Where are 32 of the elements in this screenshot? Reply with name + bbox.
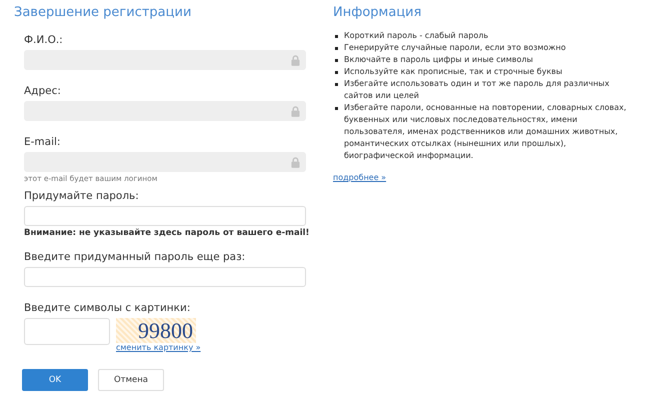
field-label: Придумайте пароль:	[24, 190, 140, 203]
bullet-icon	[335, 47, 338, 50]
tip-text: Генерируйте случайные пароли, если это возможно	[344, 42, 567, 54]
field-label: Введите символы с картинки:	[24, 302, 192, 315]
bullet-icon	[335, 71, 338, 74]
tip-text: Избегайте пароли, основанные на повторении, словарных словах, буквенных или числовых последовательностях, имени пользователя, именах родственников или домашних животных, романтических отсылках (нынешних или прошлых), биографической информации.	[344, 102, 628, 162]
field-label: Введите придуманный пароль еще раз:	[24, 251, 246, 264]
bullet-icon	[335, 107, 338, 110]
lock-icon	[291, 156, 300, 168]
input-field[interactable]	[24, 267, 306, 287]
input-field[interactable]	[24, 318, 110, 345]
more-link[interactable]: подробнее »	[333, 173, 386, 183]
field-label: E-mail:	[24, 136, 62, 149]
input-field[interactable]	[24, 206, 306, 226]
section-title: Информация	[333, 4, 422, 22]
tip-text: Короткий пароль - слабый пароль	[344, 30, 490, 42]
bullet-icon	[335, 83, 338, 86]
tip-text: Используйте как прописные, так и строчные буквы	[344, 66, 564, 78]
lock-icon	[291, 106, 300, 116]
change-image-link[interactable]: сменить картинку »	[116, 343, 201, 353]
bullet-icon	[335, 59, 338, 62]
lock-icon	[291, 54, 300, 66]
tip-text: Включайте в пароль цифры и иные символы	[344, 54, 534, 66]
field-label: Ф.И.О.:	[24, 34, 64, 47]
section-title: Завершение регистрации	[14, 4, 192, 22]
field-label: Адрес:	[24, 85, 62, 98]
captcha-image: 99800	[116, 318, 196, 343]
ok-button[interactable]: OK	[22, 369, 88, 391]
cancel-button[interactable]: Отмена	[98, 369, 164, 391]
tip-text: Избегайте использовать один и тот же пароль для различных сайтов или целей	[344, 78, 610, 102]
warning-text: Внимание: не указывайте здесь пароль от вашего e-mail!	[24, 228, 310, 239]
bullet-icon	[335, 35, 338, 38]
